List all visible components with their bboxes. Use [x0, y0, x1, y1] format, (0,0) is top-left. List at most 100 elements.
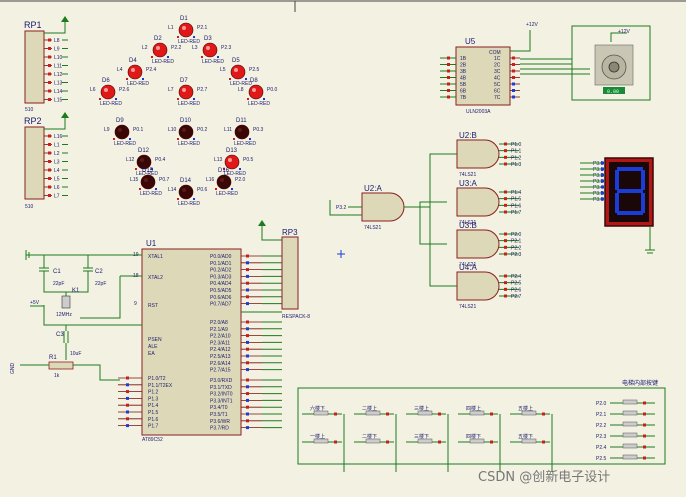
- led-pin: P2.3: [221, 45, 232, 51]
- floor-button-row2-0[interactable]: 一楼上: [302, 433, 345, 472]
- rp1-pin-marker: [48, 81, 51, 84]
- rp2-name: RP2: [24, 116, 42, 126]
- gate-in-label: P2.0: [511, 232, 522, 238]
- gate-u2-a[interactable]: U2:A 74LS21 P3.2: [336, 184, 405, 231]
- led-d10[interactable]: D10L10 P0.2 LED-RED: [168, 118, 208, 147]
- led-d7[interactable]: D7 L7 P2.7 LED-RED: [168, 78, 208, 107]
- led-model: LED-RED: [152, 59, 174, 65]
- led-ref: D5: [232, 58, 240, 64]
- resistor-pack-rp2[interactable]: RP2 510 L16 L1 L2 L3 L4 L5 L6 L7: [24, 112, 69, 210]
- mcu-rst: RST: [148, 303, 158, 309]
- u5-supply: +12V: [526, 22, 538, 28]
- led-ref: D8: [250, 78, 258, 84]
- c3-ref: C3: [56, 332, 64, 338]
- mcu-at89c52[interactable]: U1 AT89C52 XTAL1 XTAL2 RST PSEN ALE EA 1…: [118, 239, 282, 443]
- gate-u4-a[interactable]: U4:A 74LS21 P2.4P2.5P2.6P2.7: [456, 263, 522, 310]
- rp2-pin-marker: [48, 185, 51, 189]
- led-bulb: [224, 154, 240, 170]
- mcu-pin-marker: [246, 320, 249, 324]
- rp1-name: RP1: [24, 20, 42, 30]
- led-d14[interactable]: D14L14 P0.6 LED-RED: [168, 178, 208, 207]
- inner-button-pin-marker: [643, 401, 646, 405]
- mcu-pin-marker: [126, 403, 129, 407]
- gate-link-wire: [404, 201, 447, 208]
- stepper-motor[interactable]: +12V 0.00: [520, 25, 651, 101]
- led-d11[interactable]: D11 L11 P0.3 LED-RED: [224, 118, 264, 147]
- seven-segment-display[interactable]: P3.0P3.1P3.2P3.3P3.4P3.5P3.6: [580, 157, 655, 254]
- floor-button-row2-3[interactable]: 四楼下: [458, 433, 501, 472]
- rp1-pin-marker: [48, 98, 51, 101]
- button-pin: [386, 440, 389, 444]
- inner-button-pin-marker: [643, 423, 646, 427]
- u5-in-marker: [447, 76, 450, 79]
- inner-button-1[interactable]: P2.1: [596, 410, 655, 418]
- led-highlight: [182, 188, 186, 192]
- gate-u2-b[interactable]: U2:B 74LS21 P1.0P1.1P1.2P1.3: [456, 131, 522, 178]
- c2-ref: C2: [95, 269, 103, 275]
- inner-button-5[interactable]: P2.5: [596, 454, 655, 462]
- u5-part: ULN2003A: [466, 109, 491, 115]
- mcu-pin-marker: [246, 398, 249, 402]
- mcu-pin-marker: [246, 368, 249, 372]
- mcu-pin-marker: [246, 419, 249, 423]
- seg-segment: [641, 170, 645, 190]
- led-label: L2: [142, 45, 148, 51]
- u5-in-marker: [447, 95, 450, 99]
- inner-button-pin: P2.1: [596, 412, 607, 418]
- u5-in-label: 2B: [460, 63, 467, 69]
- led-pin: P2.7: [197, 87, 208, 93]
- gate-body: [456, 271, 500, 301]
- led-model: LED-RED: [234, 141, 256, 147]
- floor-button-row2-4[interactable]: 五楼下: [510, 433, 553, 472]
- led-ref: D9: [116, 118, 124, 124]
- u5-out-marker: [512, 56, 515, 60]
- mcu-port1-label: P1.0/T2: [148, 376, 166, 382]
- led-d1[interactable]: D1L1 P2.1LED-RED: [168, 16, 208, 45]
- motor-speed-readout: 0.00: [607, 89, 619, 95]
- gate-in-marker: [504, 245, 507, 249]
- gate-part: 74LS21: [459, 304, 476, 310]
- mcu-pin-marker: [246, 274, 249, 278]
- mcu-pin-marker: [126, 396, 129, 400]
- led-label: L9: [104, 127, 110, 133]
- inner-button-pin: P2.4: [596, 445, 607, 451]
- rp1-pin-label: L12: [54, 72, 63, 78]
- u5-out-label: 3C: [494, 69, 501, 75]
- gate-part: 74LS21: [459, 172, 476, 178]
- led-d9[interactable]: D9 L9 P0.1 LED-RED: [104, 118, 144, 147]
- resistor-pack-rp1[interactable]: RP1 510 L8 L9 L10 L11 L12 L13 L14 L15: [24, 16, 69, 113]
- floor-button-row2-1[interactable]: 二楼下: [354, 433, 397, 472]
- mcu-port0-label: P0.2/AD2: [210, 268, 232, 274]
- led-bulb: [202, 42, 218, 58]
- gate-in-label: P1.5: [511, 197, 522, 203]
- led-pin-marker: [142, 78, 144, 80]
- floor-button-row2-2[interactable]: 三楼下: [406, 433, 449, 472]
- led-d4[interactable]: D4 L4 P2.4 LED-RED: [117, 58, 157, 87]
- gate-in-label: P2.2: [511, 245, 522, 251]
- led-bulb: [136, 154, 152, 170]
- u5-out-label: 1C: [494, 56, 501, 62]
- inner-button-4[interactable]: P2.4: [596, 443, 655, 451]
- inner-button-0[interactable]: P2.0: [596, 399, 655, 407]
- led-pin-marker: [193, 98, 195, 100]
- led-d2[interactable]: D2 L2 P2.2 LED-RED: [142, 36, 182, 65]
- inner-button-pin-marker: [643, 412, 646, 416]
- led-pin-marker: [247, 98, 249, 100]
- led-d6[interactable]: D6 L6 P2.6 LED-RED: [90, 78, 130, 107]
- inner-button-3[interactable]: P2.3: [596, 432, 655, 440]
- inner-button-2[interactable]: P2.2: [596, 421, 655, 429]
- rp2-value: 510: [25, 204, 34, 210]
- led-pin: P0.0: [267, 87, 278, 93]
- led-pin-marker: [245, 78, 247, 80]
- mcu-port0-label: P0.6/AD6: [210, 295, 232, 301]
- led-ref: D12: [138, 148, 150, 154]
- inner-button-pin-marker: [643, 445, 646, 449]
- led-label: L15: [130, 177, 139, 183]
- mcu-pin-marker: [246, 281, 249, 285]
- gate-u3-a[interactable]: U3:A74LS21P1.4P1.5P1.6P1.7: [456, 179, 522, 226]
- button-pin: [334, 412, 337, 416]
- r1-ref: R1: [49, 355, 57, 361]
- seg-segment: [615, 170, 619, 190]
- gate-u3-b[interactable]: U3:B74LS21P2.0P2.1P2.2P2.3: [456, 221, 522, 268]
- rp2-pin-marker: [48, 143, 51, 146]
